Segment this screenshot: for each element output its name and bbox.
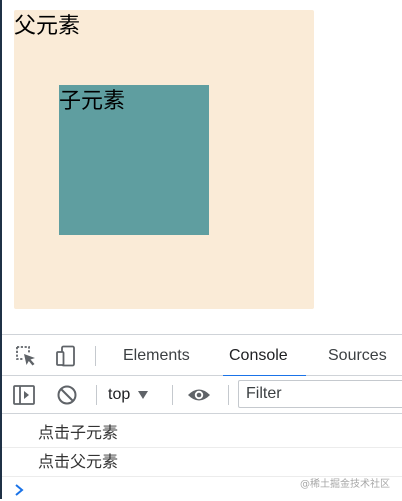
console-message-text: 点击子元素 [38, 423, 119, 442]
tab-elements[interactable]: Elements [123, 335, 190, 376]
context-selector-value: top [108, 386, 131, 403]
context-selector[interactable]: top [108, 383, 149, 407]
tab-sources[interactable]: Sources [328, 335, 387, 376]
console-message: 点击子元素 [2, 419, 402, 448]
console-toolbar: top [2, 376, 402, 414]
parent-element-label: 父元素 [14, 14, 81, 39]
inspect-element-icon[interactable] [14, 344, 38, 368]
watermark: @稀土掘金技术社区 [300, 479, 390, 490]
sidebar-toggle-icon[interactable] [12, 384, 36, 406]
console-message-text: 点击父元素 [38, 452, 119, 471]
filter-input[interactable] [238, 380, 402, 408]
tab-divider [95, 346, 96, 366]
child-element-box[interactable]: 子元素 [59, 85, 209, 235]
child-element-label: 子元素 [59, 89, 126, 114]
prompt-chevron-icon[interactable] [14, 482, 26, 496]
devtools-tab-bar: Elements Console Sources [2, 334, 402, 377]
parent-element-box[interactable]: 父元素 子元素 [14, 10, 314, 309]
toolbar-divider [172, 385, 173, 405]
console-message: 点击父元素 [2, 448, 402, 477]
eye-icon[interactable] [186, 384, 212, 406]
toolbar-divider [228, 385, 229, 405]
toolbar-divider [96, 385, 97, 405]
device-toolbar-icon[interactable] [54, 344, 78, 368]
tab-console[interactable]: Console [223, 335, 306, 377]
clear-console-icon[interactable] [56, 384, 78, 406]
chevron-down-icon [138, 391, 149, 399]
devtools-panel: Elements Console Sources top Filter 点击子元… [2, 334, 402, 499]
